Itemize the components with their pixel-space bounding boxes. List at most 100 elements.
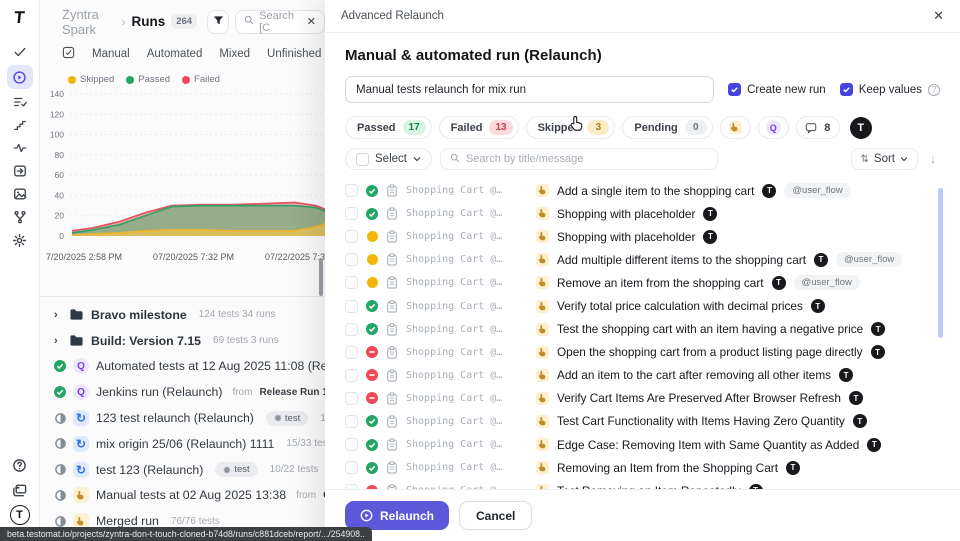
test-title[interactable]: Shopping with placeholder bbox=[557, 207, 695, 221]
tab-mixed[interactable]: Mixed bbox=[219, 48, 250, 60]
run-name-input[interactable] bbox=[345, 76, 714, 103]
row-checkbox[interactable] bbox=[345, 230, 358, 243]
test-row[interactable]: Shopping Cart @…Remove an item from the … bbox=[345, 271, 940, 294]
test-title[interactable]: Remove an item from the shopping cart bbox=[557, 276, 764, 290]
row-checkbox[interactable] bbox=[345, 484, 358, 489]
tab-automated[interactable]: Automated bbox=[147, 48, 203, 60]
filter-chip-pending[interactable]: Pending 0 bbox=[622, 116, 712, 139]
breadcrumb-page[interactable]: Runs bbox=[131, 14, 165, 29]
chevron-right-icon[interactable]: › bbox=[54, 309, 62, 321]
inbox-arrow-icon[interactable] bbox=[7, 161, 33, 181]
test-title[interactable]: Test Cart Functionality with Items Havin… bbox=[557, 414, 845, 428]
filter-button[interactable] bbox=[207, 10, 229, 34]
test-title[interactable]: Test Removing an Item Repeatedly bbox=[557, 484, 741, 489]
tree-folder-row[interactable]: ›Build: Version 7.1569 tests 3 runs bbox=[40, 328, 325, 354]
test-row[interactable]: Shopping Cart @…Removing an Item from th… bbox=[345, 456, 940, 479]
test-title[interactable]: Verify Cart Items Are Preserved After Br… bbox=[557, 391, 841, 405]
cancel-button[interactable]: Cancel bbox=[459, 501, 532, 530]
tab-manual[interactable]: Manual bbox=[92, 48, 130, 60]
test-title[interactable]: Edge Case: Removing Item with Same Quant… bbox=[557, 438, 859, 452]
filter-chip-comment[interactable]: 8 bbox=[796, 116, 840, 139]
left-scrollbar-thumb[interactable] bbox=[319, 258, 323, 296]
test-title[interactable]: Open the shopping cart from a product li… bbox=[557, 345, 863, 359]
test-search-input[interactable] bbox=[440, 148, 718, 170]
test-row[interactable]: Shopping Cart @…Add multiple different i… bbox=[345, 248, 940, 271]
gear-icon[interactable] bbox=[7, 230, 33, 250]
test-row[interactable]: Shopping Cart @…Add an item to the cart … bbox=[345, 364, 940, 387]
test-title[interactable]: Add an item to the cart after removing a… bbox=[557, 368, 831, 382]
row-checkbox[interactable] bbox=[345, 369, 358, 382]
test-row[interactable]: Shopping Cart @…Test the shopping cart w… bbox=[345, 318, 940, 341]
filter-chip-failed[interactable]: Failed 13 bbox=[439, 116, 519, 139]
help-icon[interactable]: ? bbox=[928, 84, 940, 96]
test-row[interactable]: Shopping Cart @… Add a single item to the… bbox=[345, 179, 940, 202]
row-checkbox[interactable] bbox=[345, 346, 358, 359]
folders-icon[interactable] bbox=[7, 480, 33, 500]
check-icon[interactable] bbox=[7, 42, 33, 62]
test-row[interactable]: Shopping Cart @…Test Removing an Item Re… bbox=[345, 479, 940, 489]
test-search-field[interactable] bbox=[466, 153, 708, 165]
chevron-right-icon[interactable]: › bbox=[54, 335, 62, 347]
breadcrumb-project[interactable]: Zyntra Spark bbox=[62, 7, 115, 37]
play-circle-icon[interactable] bbox=[7, 65, 33, 89]
tree-run-row[interactable]: ↻test 123 (Relaunch)test10/22 tests bbox=[40, 457, 325, 483]
test-row[interactable]: Shopping Cart @…Verify total price calcu… bbox=[345, 294, 940, 317]
tree-folder-row[interactable]: ›Bravo milestone124 tests 34 runs bbox=[40, 302, 325, 328]
test-title[interactable]: Removing an Item from the Shopping Cart bbox=[557, 461, 778, 475]
assignee-avatar[interactable]: T bbox=[850, 117, 872, 139]
select-dropdown[interactable]: Select bbox=[345, 148, 432, 170]
test-row[interactable]: Shopping Cart @…Test Cart Functionality … bbox=[345, 410, 940, 433]
tree-run-row[interactable]: ↻123 test relaunch (Relaunch)test15/23 t… bbox=[40, 405, 325, 431]
row-checkbox[interactable] bbox=[345, 438, 358, 451]
test-row[interactable]: Shopping Cart @…Edge Case: Removing Item… bbox=[345, 433, 940, 456]
test-row[interactable]: Shopping Cart @…Open the shopping cart f… bbox=[345, 341, 940, 364]
row-checkbox[interactable] bbox=[345, 415, 358, 428]
list-check-icon[interactable] bbox=[7, 92, 33, 112]
search-clear-icon[interactable]: ✕ bbox=[307, 15, 316, 28]
row-checkbox[interactable] bbox=[345, 392, 358, 405]
sort-button[interactable]: ⇅ Sort bbox=[851, 148, 918, 170]
steps-icon[interactable] bbox=[7, 115, 33, 135]
help-icon[interactable] bbox=[7, 455, 33, 475]
relaunch-button[interactable]: Relaunch bbox=[345, 501, 449, 530]
row-checkbox[interactable] bbox=[345, 276, 358, 289]
row-checkbox[interactable] bbox=[345, 461, 358, 474]
test-title[interactable]: Shopping with placeholder bbox=[557, 230, 695, 244]
filter-chip-automated-q[interactable]: Q bbox=[758, 116, 789, 139]
row-checkbox[interactable] bbox=[345, 300, 358, 313]
row-checkbox[interactable] bbox=[345, 184, 358, 197]
row-checkbox[interactable] bbox=[345, 323, 358, 336]
select-all-checkbox[interactable] bbox=[356, 153, 369, 166]
filter-chip-passed[interactable]: Passed 17 bbox=[345, 116, 432, 139]
tab-unfinished[interactable]: Unfinished bbox=[267, 48, 321, 60]
board-edit-icon[interactable] bbox=[62, 46, 75, 62]
test-row[interactable]: Shopping Cart @…Shopping with placeholde… bbox=[345, 225, 940, 248]
test-title[interactable]: Test the shopping cart with an item havi… bbox=[557, 322, 863, 336]
test-row[interactable]: Shopping Cart @…Verify Cart Items Are Pr… bbox=[345, 387, 940, 410]
modal-scrollbar-thumb[interactable] bbox=[938, 188, 943, 338]
filter-chip-skipped[interactable]: Skipped 3 bbox=[526, 116, 616, 139]
runs-search-input[interactable]: Search [C ✕ bbox=[235, 10, 325, 34]
image-icon[interactable] bbox=[7, 184, 33, 204]
user-avatar[interactable]: T bbox=[10, 505, 30, 525]
tree-run-row[interactable]: QJenkins run (Relaunch)fromRelease Run 1… bbox=[40, 379, 325, 405]
keep-values-checkbox[interactable]: Keep values ? bbox=[840, 83, 940, 96]
row-checkbox[interactable] bbox=[345, 253, 358, 266]
filter-chip-manual-pointer[interactable] bbox=[720, 116, 751, 139]
tree-run-row[interactable]: ↻mix origin 25/06 (Relaunch) 111115/33 t… bbox=[40, 431, 325, 457]
row-checkbox[interactable] bbox=[345, 207, 358, 220]
test-title[interactable]: Add a single item to the shopping cart bbox=[557, 184, 754, 198]
test-title[interactable]: Add multiple different items to the shop… bbox=[557, 253, 806, 267]
tree-run-row[interactable]: QAutomated tests at 12 Aug 2025 11:08 (R… bbox=[40, 354, 325, 380]
test-row[interactable]: Shopping Cart @…Shopping with placeholde… bbox=[345, 202, 940, 225]
suite-name: Shopping Cart @… bbox=[406, 185, 528, 196]
modal-footer: Relaunch Cancel bbox=[325, 489, 960, 541]
tree-run-row[interactable]: Manual tests at 02 Aug 2025 13:38fromCus… bbox=[40, 483, 325, 509]
create-new-run-checkbox[interactable]: Create new run bbox=[728, 83, 826, 96]
create-new-run-label: Create new run bbox=[747, 84, 826, 96]
branch-icon[interactable] bbox=[7, 207, 33, 227]
download-arrow-icon[interactable]: ↓ bbox=[930, 152, 936, 166]
activity-icon[interactable] bbox=[7, 138, 33, 158]
test-title[interactable]: Verify total price calculation with deci… bbox=[557, 299, 803, 313]
close-icon[interactable]: ✕ bbox=[933, 8, 944, 24]
